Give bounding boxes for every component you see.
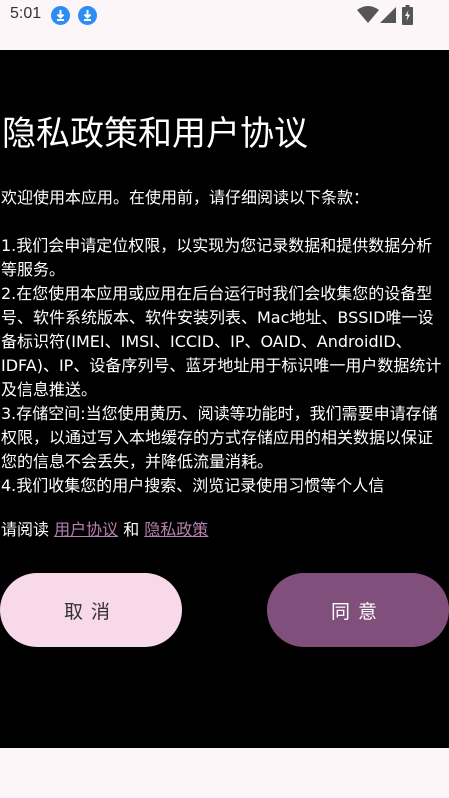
policy-item: 4.我们收集您的用户搜索、浏览记录使用习惯等个人信 [1, 476, 385, 495]
policy-item: 3.存储空间:当您使用黄历、阅读等功能时，我们需要申请存储权限，以通过写入本地缓… [1, 404, 438, 471]
navigation-bar [0, 748, 449, 798]
dialog-title: 隐私政策和用户协议 [2, 114, 308, 154]
cancel-button[interactable]: 取消 [0, 573, 182, 647]
links-and: 和 [118, 520, 145, 539]
status-bar: 5:01 [0, 0, 449, 50]
status-time: 5:01 [10, 5, 42, 22]
user-agreement-link[interactable]: 用户协议 [54, 520, 118, 539]
agree-button[interactable]: 同意 [267, 573, 449, 647]
policy-intro: 欢迎使用本应用。在使用前，请仔细阅读以下条款： [1, 188, 370, 207]
policy-item: 2.在您使用本应用或应用在后台运行时我们会收集您的设备型号、软件系统版本、软件安… [1, 284, 442, 399]
links-prefix: 请阅读 [1, 520, 55, 539]
battery-icon [402, 5, 413, 25]
privacy-policy-link[interactable]: 隐私政策 [144, 520, 208, 539]
privacy-dialog: 隐私政策和用户协议 欢迎使用本应用。在使用前，请仔细阅读以下条款： 1.我们会申… [0, 50, 449, 748]
download-icon [78, 6, 97, 25]
download-icon [51, 6, 70, 25]
policy-content[interactable]: 欢迎使用本应用。在使用前，请仔细阅读以下条款： 1.我们会申请定位权限，以实现为… [1, 186, 445, 500]
signal-icon [380, 7, 396, 23]
policy-item: 1.我们会申请定位权限，以实现为您记录数据和提供数据分析等服务。 [1, 236, 433, 279]
wifi-icon [357, 6, 379, 23]
agreement-links: 请阅读 用户协议 和 隐私政策 [1, 518, 208, 542]
